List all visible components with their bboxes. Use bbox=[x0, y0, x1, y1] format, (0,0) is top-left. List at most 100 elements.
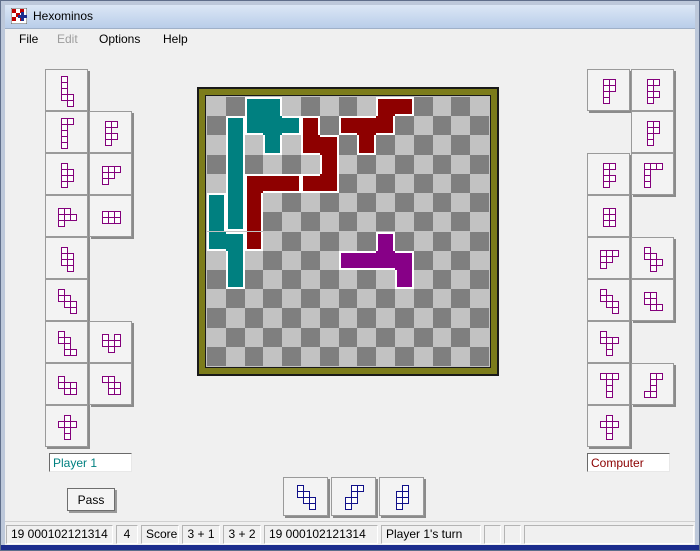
board-cell bbox=[244, 250, 264, 270]
left-piece-button-4[interactable] bbox=[89, 153, 132, 195]
board-cell bbox=[376, 154, 395, 174]
left-piece-button-1[interactable] bbox=[45, 111, 88, 153]
menu-bar: File Edit Options Help bbox=[5, 29, 697, 51]
board-cell bbox=[357, 289, 377, 309]
right-piece-button-13[interactable] bbox=[587, 405, 630, 447]
right-piece-button-8[interactable] bbox=[587, 279, 630, 321]
board-cell bbox=[470, 346, 489, 366]
left-piece-button-8[interactable] bbox=[45, 279, 88, 321]
board-cell bbox=[207, 289, 226, 309]
placed-piece-cell-red bbox=[319, 173, 339, 194]
right-piece-button-3[interactable] bbox=[587, 153, 630, 195]
left-piece-button-7[interactable] bbox=[45, 237, 88, 279]
placed-piece-cell-purple bbox=[395, 250, 414, 270]
board-cell bbox=[451, 154, 471, 174]
right-piece-button-11[interactable] bbox=[587, 363, 630, 405]
board-cell bbox=[432, 231, 452, 251]
right-piece-button-4[interactable] bbox=[631, 153, 674, 195]
piece-icon-square bbox=[606, 349, 613, 356]
board-cell bbox=[395, 346, 414, 366]
board-cell bbox=[470, 308, 489, 328]
board-cell bbox=[338, 327, 358, 347]
left-piece-button-2[interactable] bbox=[89, 111, 132, 153]
left-piece-button-13[interactable] bbox=[45, 405, 88, 447]
pass-button[interactable]: Pass bbox=[67, 488, 115, 511]
left-piece-button-12[interactable] bbox=[89, 363, 132, 405]
board-cell bbox=[244, 154, 264, 174]
left-piece-button-6[interactable] bbox=[89, 195, 132, 237]
right-piece-button-7[interactable] bbox=[631, 237, 674, 279]
board-cell bbox=[451, 346, 471, 366]
board-cell bbox=[282, 97, 301, 117]
board-cell bbox=[282, 289, 301, 309]
piece-icon-square bbox=[102, 178, 109, 185]
tray-piece-button-2[interactable] bbox=[379, 477, 424, 516]
placed-piece-cell-purple bbox=[376, 250, 395, 270]
board-cell bbox=[244, 346, 264, 366]
piece-icon-square bbox=[609, 175, 616, 182]
right-piece-button-12[interactable] bbox=[631, 363, 674, 405]
right-piece-button-6[interactable] bbox=[587, 237, 630, 279]
piece-icon-square bbox=[111, 121, 118, 128]
board-cell bbox=[357, 269, 377, 290]
left-piece-button-5[interactable] bbox=[45, 195, 88, 237]
board-cell bbox=[338, 308, 358, 328]
right-piece-button-0[interactable] bbox=[587, 69, 630, 111]
placed-piece-cell-teal bbox=[207, 212, 226, 232]
board-cell bbox=[225, 346, 245, 366]
game-board[interactable] bbox=[197, 87, 499, 376]
left-piece-button-10[interactable] bbox=[89, 321, 132, 363]
left-piece-button-0[interactable] bbox=[45, 69, 88, 111]
right-piece-button-1[interactable] bbox=[631, 69, 674, 111]
piece-icon-square bbox=[64, 433, 71, 440]
right-piece-button-5[interactable] bbox=[587, 195, 630, 237]
board-cell bbox=[225, 289, 245, 309]
piece-icon-square bbox=[606, 256, 613, 263]
board-cell bbox=[395, 289, 414, 309]
window-frame-right bbox=[695, 1, 699, 550]
piece-icon-square bbox=[58, 220, 65, 227]
right-piece-button-9[interactable] bbox=[631, 279, 674, 321]
board-cell bbox=[319, 250, 339, 270]
board-cell bbox=[432, 212, 452, 232]
board-cell bbox=[338, 231, 358, 251]
board-cell bbox=[207, 308, 226, 328]
left-piece-button-9[interactable] bbox=[45, 321, 88, 363]
board-cell bbox=[301, 97, 320, 117]
menu-item-options[interactable]: Options bbox=[93, 30, 159, 49]
piece-icon-square bbox=[309, 503, 316, 510]
left-piece-button-11[interactable] bbox=[45, 363, 88, 405]
computer-name-field[interactable] bbox=[587, 453, 670, 472]
tray-piece-button-1[interactable] bbox=[331, 477, 376, 516]
board-cell bbox=[451, 173, 471, 194]
board-cell bbox=[319, 116, 339, 136]
board-cell bbox=[451, 327, 471, 347]
status-panel-1: 4 bbox=[116, 525, 138, 544]
piece-icon-square bbox=[70, 349, 77, 356]
piece-icon-square bbox=[70, 307, 77, 314]
board-cell bbox=[338, 269, 358, 290]
board-cell bbox=[376, 327, 395, 347]
app-window: Hexominos _ ❑ ✕ FileEditOptionsHelp Pass… bbox=[0, 0, 700, 551]
right-piece-button-2[interactable] bbox=[631, 111, 674, 153]
status-panel-8 bbox=[504, 525, 521, 544]
player-name-field[interactable] bbox=[49, 453, 132, 472]
board-cell bbox=[357, 327, 377, 347]
piece-icon-square bbox=[653, 127, 660, 134]
placed-piece-cell-purple bbox=[357, 250, 377, 270]
placed-piece-cell-purple bbox=[395, 269, 414, 290]
board-cell bbox=[395, 231, 414, 251]
placed-piece-cell-red bbox=[282, 173, 301, 194]
board-cell bbox=[282, 212, 301, 232]
left-piece-button-3[interactable] bbox=[45, 153, 88, 195]
piece-icon-square bbox=[114, 388, 121, 395]
menu-item-help[interactable]: Help bbox=[157, 30, 207, 49]
board-cell bbox=[207, 250, 226, 270]
title-bar[interactable]: Hexominos bbox=[4, 4, 698, 29]
status-panel-9 bbox=[524, 525, 694, 544]
piece-icon-square bbox=[612, 421, 619, 428]
right-piece-button-10[interactable] bbox=[587, 321, 630, 363]
board-cell bbox=[376, 346, 395, 366]
tray-piece-button-0[interactable] bbox=[283, 477, 328, 516]
board-grid[interactable] bbox=[207, 97, 489, 366]
